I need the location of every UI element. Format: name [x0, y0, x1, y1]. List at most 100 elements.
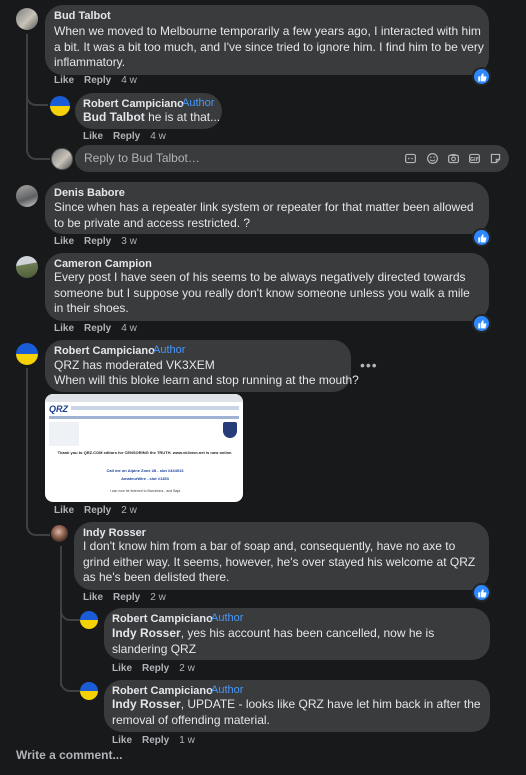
- avatar[interactable]: [16, 185, 38, 207]
- comment-text-line: When will this bloke learn and stop runn…: [54, 373, 359, 387]
- like-button[interactable]: Like: [112, 663, 132, 674]
- comment-author[interactable]: Robert Campiciano: [54, 345, 155, 357]
- avatar[interactable]: [50, 96, 70, 116]
- reply-button[interactable]: Reply: [84, 75, 111, 86]
- reply-author[interactable]: Robert Campiciano: [112, 685, 213, 697]
- reply-button[interactable]: Reply: [84, 236, 111, 247]
- thumbs-up-icon: [477, 72, 486, 81]
- like-button[interactable]: Like: [54, 236, 74, 247]
- like-reaction-badge[interactable]: [472, 314, 491, 333]
- reply-body: he is at that...: [144, 110, 221, 124]
- reply-author[interactable]: Indy Rosser: [83, 527, 146, 539]
- like-button[interactable]: Like: [83, 131, 103, 142]
- reply-actions: Like Reply 2 w: [83, 592, 176, 603]
- attachment-notice: Thank you to QRZ.COM editors for CENSORI…: [57, 450, 233, 455]
- timestamp[interactable]: 4 w: [150, 131, 166, 142]
- comment-author[interactable]: Denis Babore: [54, 187, 125, 199]
- emoji-icon[interactable]: [426, 152, 439, 165]
- reply-button[interactable]: Reply: [84, 505, 111, 516]
- attachment-browser-bar: [45, 394, 243, 402]
- avatar[interactable]: [16, 343, 38, 365]
- reply-text: Indy Rosser, yes his account has been ca…: [112, 626, 484, 657]
- attachment-footer: I can now be listened to Barcelona - and…: [109, 489, 181, 493]
- timestamp[interactable]: 1 w: [179, 735, 195, 746]
- like-button[interactable]: Like: [54, 75, 74, 86]
- thread-line: [26, 34, 28, 144]
- thread-connector: [26, 140, 50, 160]
- attachment-header-bar: [71, 406, 239, 410]
- reply-actions: Like Reply 4 w: [83, 131, 176, 142]
- thread-line: [26, 368, 28, 528]
- attachment-badge: [223, 422, 237, 438]
- comment-text-line: QRZ has moderated VK3XEM: [54, 358, 215, 372]
- reply-button[interactable]: Reply: [84, 323, 111, 334]
- reply-text: Indy Rosser, UPDATE - looks like QRZ hav…: [112, 697, 484, 728]
- write-comment-link[interactable]: Write a comment...: [16, 748, 122, 762]
- svg-text:GIF: GIF: [470, 157, 479, 163]
- reply-author[interactable]: Robert Campiciano: [112, 613, 213, 625]
- reply-text: I don't know him from a bar of soap and,…: [83, 539, 476, 584]
- reply-button[interactable]: Reply: [113, 131, 140, 142]
- thread-connector: [26, 518, 50, 536]
- reply-actions: Like Reply 2 w: [112, 663, 205, 674]
- avatar[interactable]: [16, 8, 38, 30]
- current-user-avatar[interactable]: [51, 148, 73, 170]
- timestamp[interactable]: 3 w: [121, 236, 137, 247]
- avatar[interactable]: [16, 256, 38, 278]
- thread-connector: [26, 90, 48, 106]
- like-button[interactable]: Like: [83, 592, 103, 603]
- comment-actions: Like Reply 4 w: [54, 323, 147, 334]
- comment-text: When we moved to Melbourne temporarily a…: [54, 24, 484, 69]
- thumbs-up-icon: [477, 588, 486, 597]
- attachment-call: Call me on Alpine Zone 28 - slot #344013: [106, 468, 184, 473]
- comment-actions: Like Reply 3 w: [54, 236, 147, 247]
- avatar-sticker-icon[interactable]: [404, 152, 417, 165]
- like-button[interactable]: Like: [54, 505, 74, 516]
- reply-button[interactable]: Reply: [142, 735, 169, 746]
- like-button[interactable]: Like: [112, 735, 132, 746]
- reply-actions: Like Reply 1 w: [112, 735, 205, 746]
- more-options-icon[interactable]: •••: [360, 357, 378, 373]
- thread-connector: [60, 676, 80, 692]
- like-reaction-badge[interactable]: [472, 67, 491, 86]
- reply-input-placeholder[interactable]: Reply to Bud Talbot…: [84, 151, 200, 165]
- reply-button[interactable]: Reply: [113, 592, 140, 603]
- qrz-logo: QRZ: [49, 404, 68, 414]
- mention[interactable]: Indy Rosser: [112, 626, 181, 640]
- mention[interactable]: Bud Talbot: [83, 110, 145, 124]
- timestamp[interactable]: 2 w: [179, 663, 195, 674]
- comment-actions: Like Reply 2 w: [54, 505, 147, 516]
- reply-button[interactable]: Reply: [142, 663, 169, 674]
- comment-text: Since when has a repeater link system or…: [54, 200, 474, 230]
- author-badge: Author: [211, 612, 244, 624]
- comment-actions: Like Reply 4 w: [54, 75, 147, 86]
- avatar[interactable]: [80, 611, 98, 629]
- attachment-line: AmateurWire - slot #1453: [121, 476, 169, 481]
- sticker-icon[interactable]: [489, 152, 502, 165]
- author-badge: Author: [211, 684, 244, 696]
- attachment-nav-bar: [49, 416, 239, 419]
- reply-text: Bud Talbot he is at that...: [83, 110, 220, 126]
- comment-author[interactable]: Cameron Campion: [54, 258, 152, 270]
- like-button[interactable]: Like: [54, 323, 74, 334]
- author-badge: Author: [153, 344, 186, 356]
- like-reaction-badge[interactable]: [472, 228, 491, 247]
- camera-icon[interactable]: [447, 152, 460, 165]
- avatar[interactable]: [51, 525, 68, 542]
- timestamp[interactable]: 2 w: [121, 505, 137, 516]
- attachment-sidebar: [49, 422, 79, 446]
- timestamp[interactable]: 4 w: [121, 323, 137, 334]
- reply-author[interactable]: Robert Campiciano: [83, 98, 184, 110]
- attachment-image[interactable]: QRZ Thank you to QRZ.COM editors for CEN…: [45, 394, 243, 502]
- thumbs-up-icon: [477, 233, 486, 242]
- gif-icon[interactable]: GIF: [468, 152, 481, 165]
- comment-text: Every post I have seen of his seems to b…: [54, 270, 470, 315]
- avatar[interactable]: [80, 682, 98, 700]
- like-reaction-badge[interactable]: [472, 583, 491, 602]
- timestamp[interactable]: 4 w: [121, 75, 137, 86]
- timestamp[interactable]: 2 w: [150, 592, 166, 603]
- author-badge: Author: [182, 97, 215, 109]
- comment-author[interactable]: Bud Talbot: [54, 10, 111, 22]
- thread-connector: [60, 605, 80, 621]
- mention[interactable]: Indy Rosser: [112, 697, 181, 711]
